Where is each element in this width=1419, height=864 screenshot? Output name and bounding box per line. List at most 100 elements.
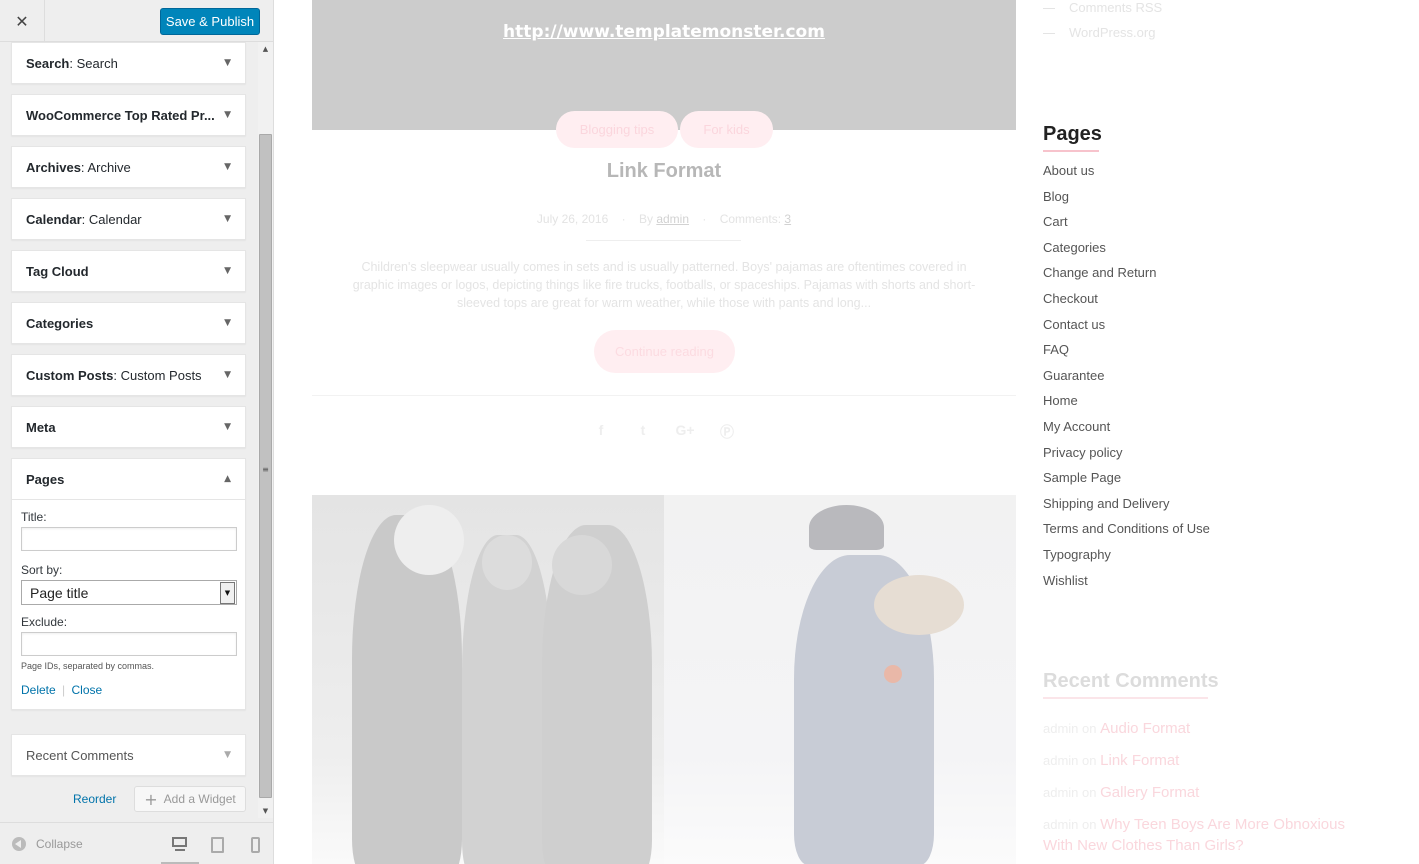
reorder-link[interactable]: Reorder [73, 792, 116, 806]
post-title[interactable]: Link Format [312, 160, 1016, 183]
comment-post-link[interactable]: Gallery Format [1100, 784, 1199, 801]
chevron-down-icon[interactable]: ▼ [224, 110, 231, 120]
customizer-header: ✕ Save & Publish [0, 0, 273, 42]
chevron-up-icon[interactable]: ▲ [224, 474, 231, 484]
chevron-down-icon[interactable]: ▼ [224, 370, 231, 380]
chevron-down-icon[interactable]: ▼ [224, 318, 231, 328]
by-label: By [638, 212, 653, 226]
page-link[interactable]: Cart [1043, 213, 1210, 239]
banner-link[interactable]: http://www.templatemonster.com [312, 22, 1016, 42]
widget-tag-cloud[interactable]: Tag Cloud ▼ [11, 250, 246, 292]
page-link[interactable]: Terms and Conditions of Use [1043, 520, 1210, 546]
widget-search[interactable]: Search: Search ▼ [11, 42, 246, 84]
widget-type: Search [26, 55, 70, 71]
page-link[interactable]: My Account [1043, 418, 1210, 444]
page-link[interactable]: Checkout [1043, 290, 1210, 316]
widget-archives[interactable]: Archives: Archive ▼ [11, 146, 246, 188]
widget-type: Tag Cloud [26, 263, 89, 279]
google-plus-icon[interactable]: G+ [675, 422, 695, 442]
page-link[interactable]: Guarantee [1043, 367, 1210, 393]
share-icons: f t G+ Ⓟ [312, 422, 1016, 442]
scroll-down-icon[interactable]: ▼ [258, 804, 273, 818]
chevron-down-icon[interactable]: ▼ [224, 58, 231, 68]
comments-label: Comments: [719, 212, 782, 226]
pages-heading: Pages [1043, 123, 1102, 145]
sidebar-meta-link[interactable]: WordPress.org [1043, 25, 1155, 40]
widget-woocommerce-top-rated[interactable]: WooCommerce Top Rated Pr... ▼ [11, 94, 246, 136]
page-link[interactable]: Change and Return [1043, 264, 1210, 290]
grip-icon: ≡ [262, 465, 269, 474]
widget-calendar[interactable]: Calendar: Calendar ▼ [11, 198, 246, 240]
comment-author: admin [1043, 817, 1079, 832]
sortby-select[interactable]: Page title ▼ [21, 580, 237, 605]
gallery-post-image[interactable] [312, 495, 1016, 864]
chevron-down-icon[interactable]: ▼ [224, 162, 231, 172]
recent-comment-item: admin on Gallery Format [1043, 782, 1373, 803]
widget-recent-comments[interactable]: Recent Comments ▼ [11, 734, 246, 776]
exclude-input[interactable] [21, 632, 237, 656]
widget-pages-header[interactable]: Pages ▲ [12, 459, 245, 499]
chevron-down-icon[interactable]: ▼ [224, 422, 231, 432]
comment-on: on [1082, 753, 1097, 768]
heading-underline [1043, 150, 1099, 152]
category-pill[interactable]: Blogging tips [556, 111, 678, 148]
widget-custom-posts[interactable]: Custom Posts: Custom Posts ▼ [11, 354, 246, 396]
add-widget-label: Add a Widget [163, 792, 236, 806]
widget-categories[interactable]: Categories ▼ [11, 302, 246, 344]
desktop-preview-icon[interactable] [171, 836, 189, 854]
comment-post-link[interactable]: Link Format [1100, 752, 1179, 769]
add-widget-button[interactable]: + Add a Widget [134, 786, 246, 812]
comment-on: on [1082, 785, 1097, 800]
widget-meta[interactable]: Meta ▼ [11, 406, 246, 448]
chevron-down-icon[interactable]: ▼ [224, 266, 231, 276]
page-link[interactable]: About us [1043, 162, 1210, 188]
save-publish-button[interactable]: Save & Publish [160, 8, 260, 35]
dash-icon [1043, 33, 1055, 35]
widget-type: Recent Comments [26, 747, 134, 763]
sidebar-meta-link[interactable]: Comments RSS [1043, 0, 1162, 15]
mobile-preview-icon[interactable] [249, 836, 267, 854]
delete-link[interactable]: Delete [21, 683, 56, 697]
scrollbar[interactable]: ▲ ≡ ▼ [258, 42, 273, 818]
collapse-button[interactable]: Collapse [12, 837, 83, 851]
page-link[interactable]: Home [1043, 392, 1210, 418]
twitter-icon[interactable]: t [633, 422, 653, 442]
close-link[interactable]: Close [72, 683, 103, 697]
widget-type: Archives [26, 159, 81, 175]
page-link[interactable]: FAQ [1043, 341, 1210, 367]
category-pill[interactable]: For kids [680, 111, 773, 148]
comments-count-link[interactable]: 3 [784, 212, 791, 226]
page-link[interactable]: Privacy policy [1043, 444, 1210, 470]
pinterest-icon[interactable]: Ⓟ [717, 422, 737, 442]
dash-icon [1043, 8, 1055, 10]
facebook-icon[interactable]: f [591, 422, 611, 442]
scroll-thumb[interactable]: ≡ [259, 134, 272, 798]
page-link[interactable]: Typography [1043, 546, 1210, 572]
close-icon[interactable]: ✕ [0, 0, 45, 42]
site-preview: http://www.templatemonster.com Blogging … [274, 0, 1419, 864]
widget-type: WooCommerce Top Rated Pr... [26, 107, 215, 123]
chevron-down-icon[interactable]: ▼ [224, 214, 231, 224]
title-input[interactable] [21, 527, 237, 551]
select-arrow-icon[interactable]: ▼ [220, 581, 235, 604]
kids-photo-right [664, 495, 1016, 864]
page-link[interactable]: Categories [1043, 239, 1210, 265]
widget-colon: : [113, 367, 121, 383]
page-link[interactable]: Shipping and Delivery [1043, 495, 1210, 521]
widget-type: Custom Posts [26, 367, 114, 383]
author-link[interactable]: admin [656, 212, 689, 226]
recent-comments-heading: Recent Comments [1043, 670, 1219, 692]
comment-post-link[interactable]: Audio Format [1100, 720, 1190, 737]
page-link[interactable]: Blog [1043, 188, 1210, 214]
page-link[interactable]: Contact us [1043, 316, 1210, 342]
scroll-up-icon[interactable]: ▲ [258, 42, 273, 56]
tablet-preview-icon[interactable] [210, 836, 228, 854]
meta-separator: · [702, 212, 707, 226]
post-date: July 26, 2016 [536, 212, 609, 226]
continue-reading-button[interactable]: Continue reading [594, 330, 735, 373]
link-format-banner: http://www.templatemonster.com [312, 0, 1016, 130]
page-link[interactable]: Wishlist [1043, 572, 1210, 598]
customizer-footer: Collapse [0, 822, 273, 864]
chevron-down-icon[interactable]: ▼ [224, 750, 231, 760]
page-link[interactable]: Sample Page [1043, 469, 1210, 495]
